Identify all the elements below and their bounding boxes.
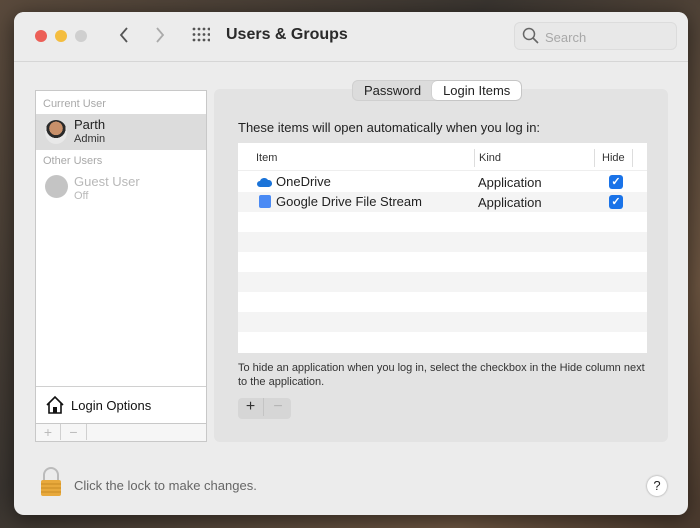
empty-row	[238, 272, 647, 292]
remove-user-button[interactable]: −	[61, 424, 87, 440]
lock-text: Click the lock to make changes.	[74, 478, 257, 493]
item-name: Google Drive File Stream	[276, 194, 422, 209]
list-buttons: + −	[36, 423, 206, 441]
login-options-item[interactable]: Login Options	[36, 386, 206, 422]
preferences-window: Users & Groups Search Current User Parth…	[14, 12, 688, 515]
tab-login-items[interactable]: Login Items	[432, 81, 522, 100]
add-user-button[interactable]: +	[36, 424, 61, 440]
window-title: Users & Groups	[226, 26, 348, 43]
lock-icon[interactable]	[39, 467, 63, 497]
hide-checkbox[interactable]: ✓	[609, 175, 623, 189]
zoom-button[interactable]	[75, 30, 87, 42]
column-kind[interactable]: Kind	[474, 149, 505, 167]
column-hide[interactable]: Hide	[594, 149, 633, 167]
login-options-label: Login Options	[71, 398, 152, 413]
hint-text: To hide an application when you log in, …	[238, 362, 645, 388]
tab-bar: Password Login Items	[352, 80, 523, 101]
close-button[interactable]	[35, 30, 47, 42]
user-role: Admin	[74, 133, 106, 145]
item-buttons: + −	[238, 398, 291, 419]
back-chevron-icon[interactable]	[118, 26, 130, 44]
add-item-button[interactable]: +	[238, 398, 264, 416]
grid-icon[interactable]	[192, 27, 210, 43]
user-role: Off	[74, 190, 89, 202]
table-row[interactable]: OneDrive Application ✓	[238, 172, 647, 192]
user-item-guest[interactable]: Guest User Off	[36, 171, 206, 207]
item-name: OneDrive	[276, 174, 331, 189]
login-items-table: Item Kind Hide OneDrive Application ✓ Go…	[238, 143, 647, 353]
search-icon	[522, 27, 539, 44]
house-icon	[46, 395, 64, 414]
forward-chevron-icon[interactable]	[154, 26, 166, 44]
intro-text: These items will open automatically when…	[238, 120, 541, 135]
table-header: Item Kind Hide	[238, 149, 647, 171]
users-list: Current User Parth Admin Other Users Gue…	[35, 90, 207, 442]
avatar	[45, 120, 67, 144]
empty-row	[238, 232, 647, 252]
other-users-header: Other Users	[43, 155, 103, 167]
user-name: Guest User	[74, 174, 140, 189]
table-row[interactable]: Google Drive File Stream Application ✓	[238, 192, 647, 212]
remove-item-button[interactable]: −	[265, 398, 291, 416]
tab-password[interactable]: Password	[353, 81, 432, 100]
current-user-header: Current User	[43, 98, 106, 110]
onedrive-icon	[257, 178, 272, 187]
help-button[interactable]: ?	[647, 476, 667, 496]
item-kind: Application	[478, 195, 542, 210]
item-kind: Application	[478, 175, 542, 190]
google-drive-icon	[259, 195, 271, 208]
toolbar: Users & Groups Search	[14, 12, 688, 62]
column-item[interactable]: Item	[256, 152, 277, 164]
hide-checkbox[interactable]: ✓	[609, 195, 623, 209]
user-item-parth[interactable]: Parth Admin	[36, 114, 206, 150]
empty-row	[238, 312, 647, 332]
minimize-button[interactable]	[55, 30, 67, 42]
guest-avatar-icon	[45, 175, 68, 198]
user-name: Parth	[74, 117, 106, 132]
